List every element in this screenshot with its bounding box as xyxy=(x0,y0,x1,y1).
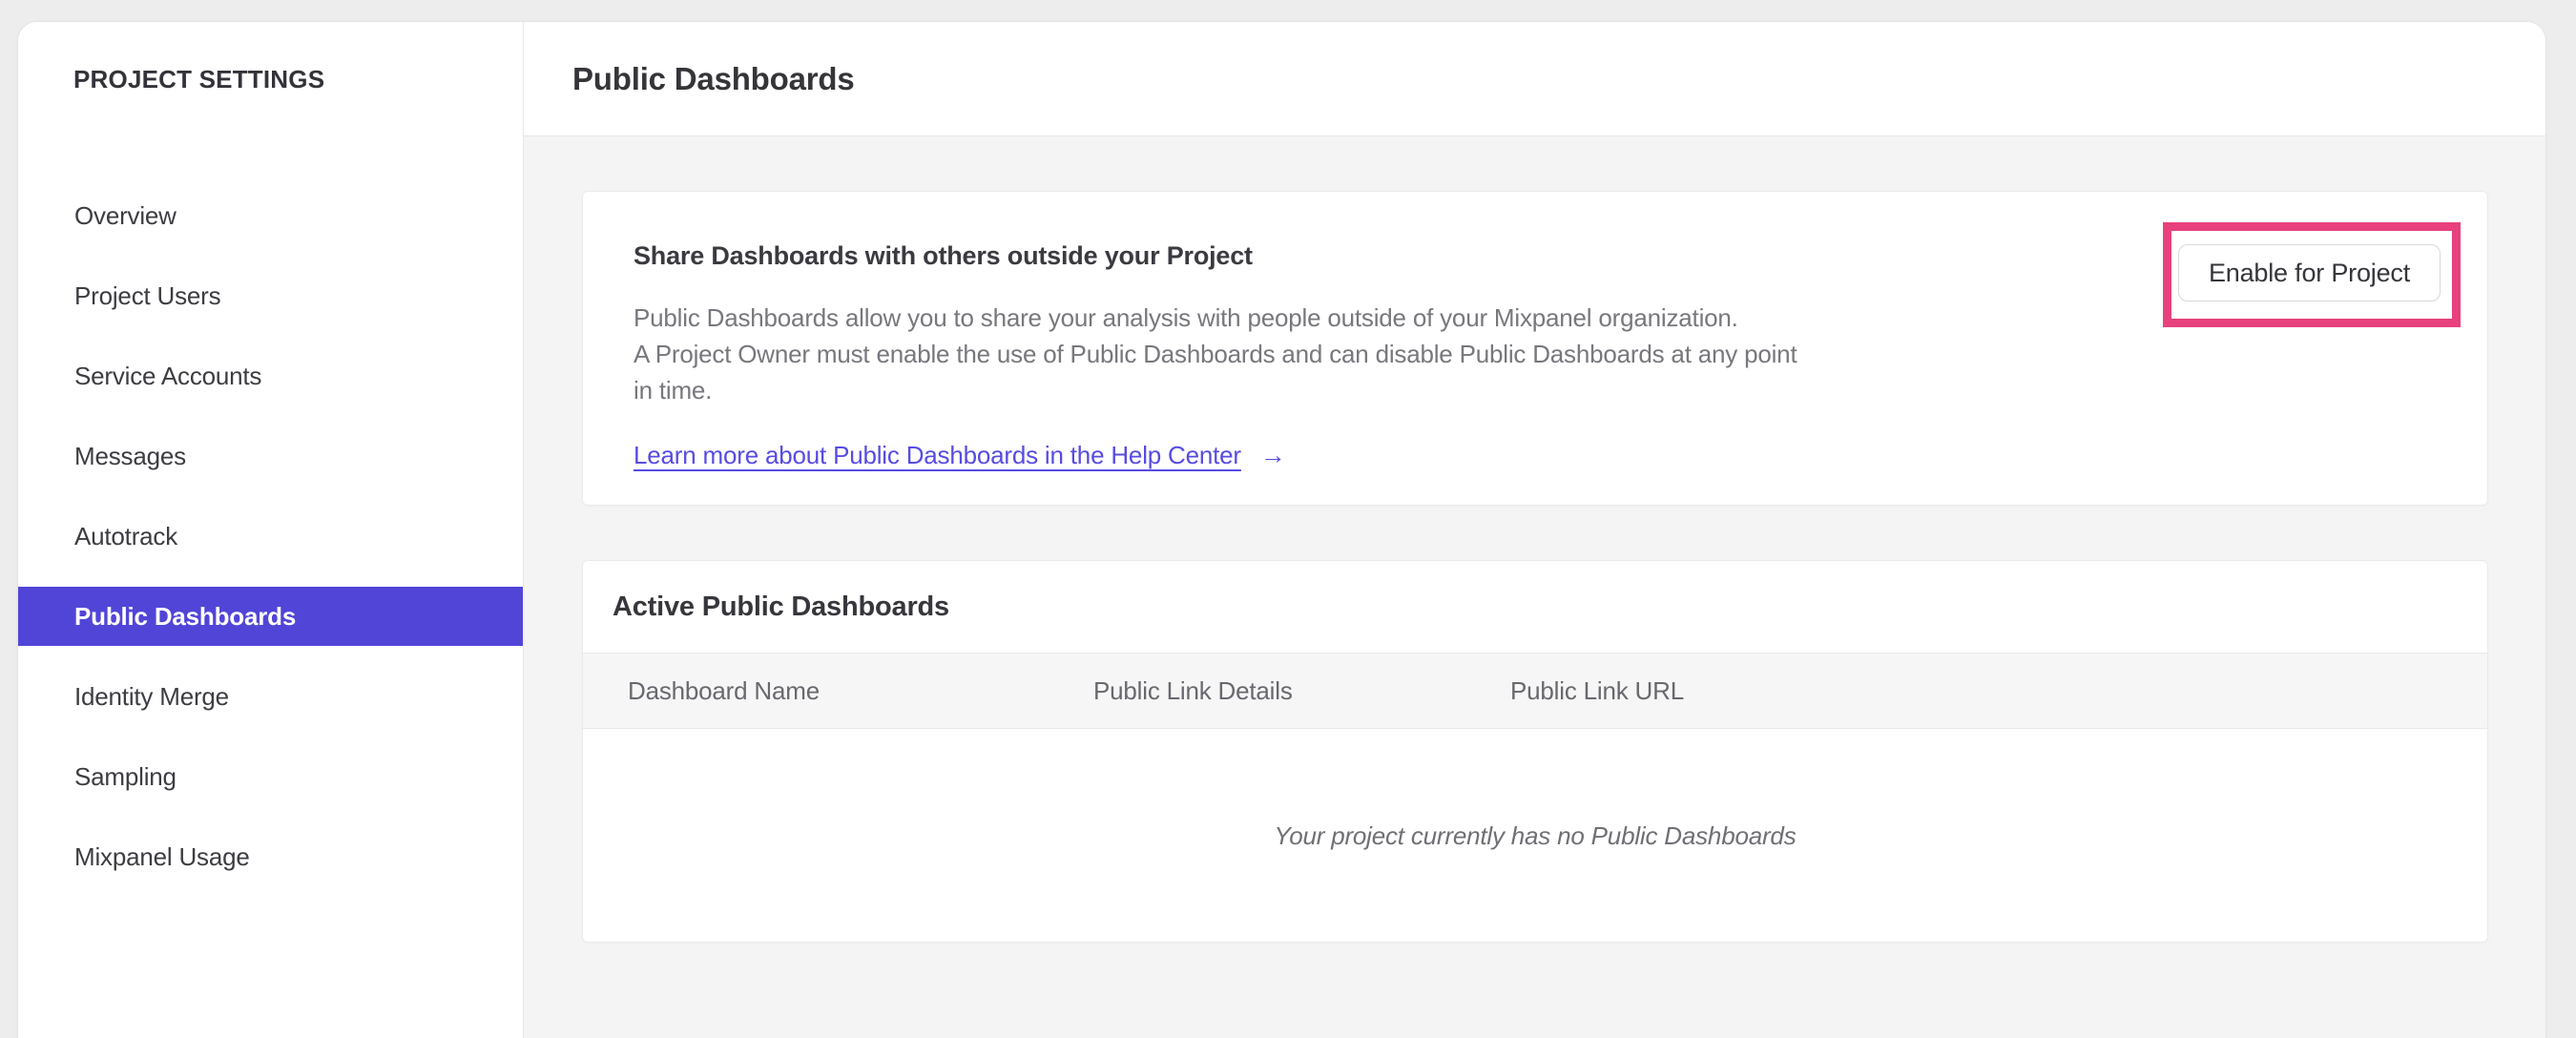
sidebar-nav: Overview Project Users Service Accounts … xyxy=(18,186,523,886)
dashboards-empty-state: Your project currently has no Public Das… xyxy=(583,729,2487,943)
column-header-dashboard-name: Dashboard Name xyxy=(628,675,820,705)
dashboards-empty-message: Your project currently has no Public Das… xyxy=(1274,820,1797,850)
project-settings-screen: PROJECT SETTINGS Overview Project Users … xyxy=(0,0,2576,1038)
description-line: in time. xyxy=(634,376,713,405)
sidebar-item-service-accounts[interactable]: Service Accounts xyxy=(18,346,523,405)
sidebar-item-messages[interactable]: Messages xyxy=(18,426,523,486)
sidebar-title: PROJECT SETTINGS xyxy=(73,65,325,93)
column-header-public-link-details: Public Link Details xyxy=(1093,675,1293,705)
sidebar-item-public-dashboards[interactable]: Public Dashboards xyxy=(18,587,523,646)
page-content: Share Dashboards with others outside you… xyxy=(524,136,2545,1038)
sidebar-item-mixpanel-usage[interactable]: Mixpanel Usage xyxy=(18,827,523,886)
dashboards-table-header-row: Dashboard Name Public Link Details Publi… xyxy=(583,654,2487,729)
sidebar-item-sampling[interactable]: Sampling xyxy=(18,747,523,806)
enable-for-project-button[interactable]: Enable for Project xyxy=(2178,244,2441,301)
sidebar-item-identity-merge[interactable]: Identity Merge xyxy=(18,667,523,726)
help-center-link-row: Learn more about Public Dashboards in th… xyxy=(634,437,2487,473)
active-dashboards-title: Active Public Dashboards xyxy=(613,591,949,622)
settings-panel: PROJECT SETTINGS Overview Project Users … xyxy=(18,22,2545,1038)
active-dashboards-card: Active Public Dashboards Dashboard Name … xyxy=(582,560,2488,943)
description-line: A Project Owner must enable the use of P… xyxy=(634,340,1797,368)
settings-sidebar: PROJECT SETTINGS Overview Project Users … xyxy=(18,22,524,1038)
share-dashboards-card: Share Dashboards with others outside you… xyxy=(582,191,2488,506)
column-header-public-link-url: Public Link URL xyxy=(1510,675,1684,705)
sidebar-item-overview[interactable]: Overview xyxy=(18,186,523,245)
sidebar-item-project-users[interactable]: Project Users xyxy=(18,266,523,325)
active-dashboards-header: Active Public Dashboards xyxy=(583,561,2487,654)
page-title: Public Dashboards xyxy=(572,60,855,96)
page-header: Public Dashboards xyxy=(524,22,2545,136)
help-center-link[interactable]: Learn more about Public Dashboards in th… xyxy=(634,441,1241,470)
arrow-right-icon: → xyxy=(1259,440,1286,469)
sidebar-item-autotrack[interactable]: Autotrack xyxy=(18,507,523,566)
